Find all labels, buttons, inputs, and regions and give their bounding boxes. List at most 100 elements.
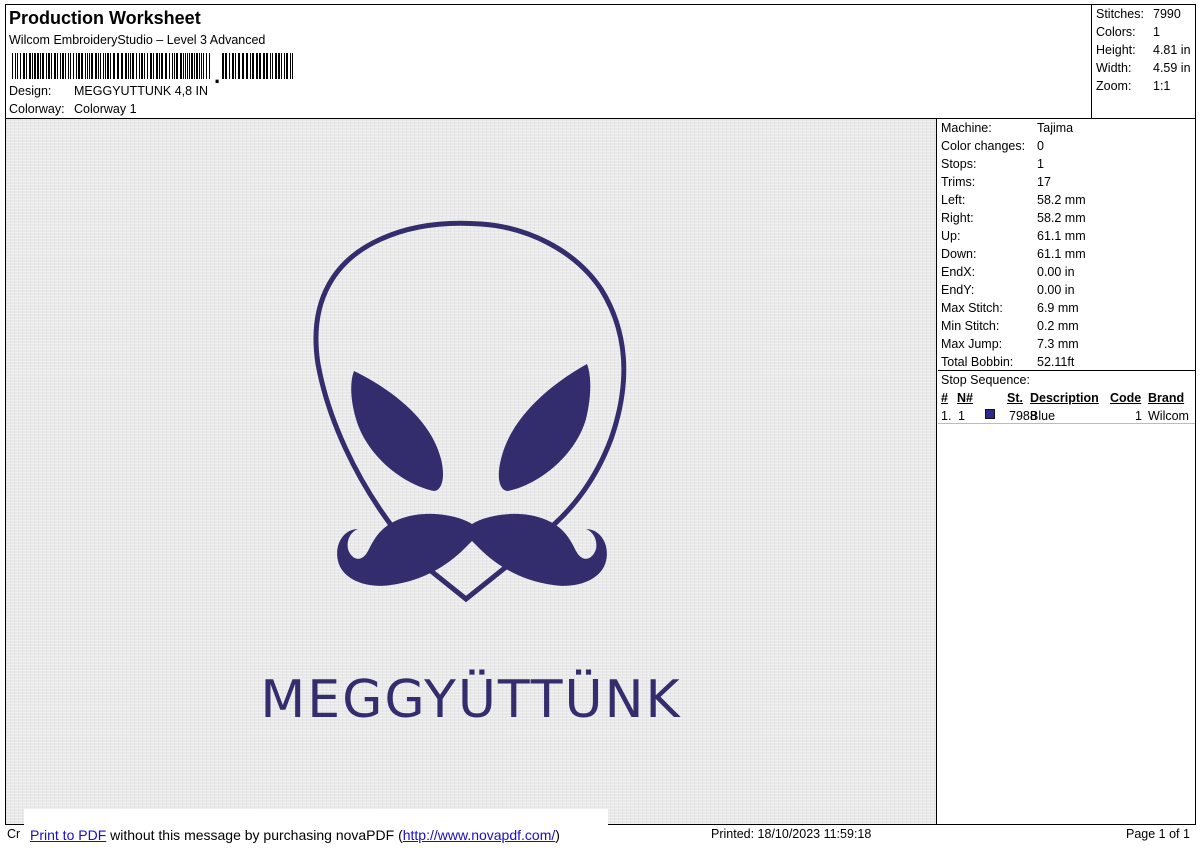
barcode-bar	[42, 53, 44, 79]
barcode-bar	[281, 53, 282, 79]
barcode-bar	[161, 53, 163, 79]
barcode-bar	[183, 53, 184, 79]
barcode-bar	[103, 53, 104, 79]
barcode-bar	[246, 53, 248, 79]
stop-cell-needle: 1	[958, 409, 965, 423]
barcode-bar	[117, 53, 119, 79]
colorway-label: Colorway:	[9, 102, 65, 116]
stop-header-st: St.	[1007, 391, 1023, 405]
barcode-bar	[95, 53, 97, 79]
barcode-bar	[130, 53, 131, 79]
barcode-bar	[159, 53, 160, 79]
barcode-bar	[105, 53, 106, 79]
barcode-bar	[250, 53, 251, 79]
colorway-value: Colorway 1	[74, 102, 137, 116]
property-label: Right:	[941, 211, 974, 225]
barcode-bar	[91, 53, 93, 79]
property-value: Tajima	[1037, 121, 1074, 135]
barcode-bar	[113, 53, 115, 79]
barcode-bar	[180, 53, 182, 79]
print-to-pdf-link[interactable]: Print to PDF	[30, 827, 106, 843]
property-value: 0.2 mm	[1037, 319, 1079, 333]
barcode-bar	[76, 53, 77, 79]
worksheet-header: Production Worksheet Wilcom EmbroiderySt…	[5, 4, 1196, 119]
barcode-bar	[144, 53, 145, 79]
barcode-bar	[147, 53, 148, 79]
barcode-bar	[29, 53, 31, 79]
barcode-bar	[107, 53, 109, 79]
barcode-bar	[153, 53, 154, 79]
barcode-bar	[73, 53, 74, 79]
novapdf-url-link[interactable]: http://www.novapdf.com/	[403, 827, 556, 843]
barcode-bar	[203, 53, 204, 79]
barcode-bar	[286, 53, 288, 79]
divider	[938, 423, 1195, 424]
property-value: 0.00 in	[1037, 283, 1075, 297]
barcode-bar	[256, 53, 258, 79]
design-preview: MEGGYÜTTÜNK	[6, 119, 937, 824]
embroidery-design: MEGGYÜTTÜNK	[260, 220, 680, 730]
barcode-bar	[65, 53, 66, 79]
barcode-bar	[229, 53, 230, 79]
barcode-bar	[169, 53, 170, 79]
barcode-bar	[62, 53, 64, 79]
property-value: 7.3 mm	[1037, 337, 1079, 351]
mustache	[337, 513, 607, 586]
barcode-bar	[252, 53, 254, 79]
worksheet-page: Production Worksheet Wilcom EmbroiderySt…	[0, 0, 1200, 848]
property-label: Machine:	[941, 121, 992, 135]
barcode-bar	[174, 53, 175, 79]
property-value: 17	[1037, 175, 1051, 189]
page-title: Production Worksheet	[9, 8, 201, 28]
barcode-bar	[125, 53, 127, 79]
stop-cell-num: 1.	[941, 409, 952, 423]
page-number: Page 1 of 1	[1126, 827, 1190, 841]
barcode-bar	[172, 53, 173, 79]
software-name: Wilcom EmbroideryStudio – Level 3 Advanc…	[9, 33, 266, 47]
stop-header-code: Code	[1110, 391, 1142, 405]
property-value: 58.2 mm	[1037, 211, 1086, 225]
barcode-bar	[26, 53, 27, 79]
property-value: 61.1 mm	[1037, 247, 1086, 261]
barcode-bar	[266, 53, 268, 79]
barcode-bar	[87, 53, 88, 79]
barcode-bar	[34, 53, 36, 79]
barcode-bar	[290, 53, 291, 79]
barcode-bar	[199, 53, 200, 79]
barcode-bar	[292, 53, 293, 79]
barcode-bar	[201, 53, 202, 79]
barcode-bar	[185, 53, 186, 79]
property-value: 0.00 in	[1037, 265, 1075, 279]
barcode-bar	[165, 53, 167, 79]
stop-header-brand: Brand	[1148, 391, 1185, 405]
barcode-bar	[259, 53, 261, 79]
barcode-bar	[156, 53, 158, 79]
barcode-bar	[263, 53, 265, 79]
barcode-bar	[225, 53, 227, 79]
property-label: Up:	[941, 229, 961, 243]
barcode-bar	[57, 53, 58, 79]
design-value: MEGGYUTTUNK 4,8 IN	[74, 84, 209, 98]
novapdf-message: Print to PDF without this message by pur…	[30, 827, 560, 843]
stop-header-description: Description	[1030, 391, 1099, 405]
barcode-bar	[222, 53, 224, 79]
stop-cell-description: Blue	[1030, 409, 1056, 423]
barcode-bar	[139, 53, 140, 79]
barcode-bar	[132, 53, 134, 79]
barcode-bar	[150, 53, 152, 79]
property-label: EndX:	[941, 265, 976, 279]
barcode-bar	[141, 53, 143, 79]
barcode-bar	[89, 53, 90, 79]
property-value: 6.9 mm	[1037, 301, 1079, 315]
barcode-bar	[136, 53, 137, 79]
barcode-bar	[209, 53, 210, 79]
property-label: EndY:	[941, 283, 975, 297]
property-label: Max Jump:	[941, 337, 1003, 351]
barcode-bar	[68, 53, 69, 79]
property-value: 61.1 mm	[1037, 229, 1086, 243]
barcode-bar	[23, 53, 25, 79]
property-value: 0	[1037, 139, 1044, 153]
barcode-bar	[187, 53, 188, 79]
footer-fragment: Cr	[7, 827, 21, 841]
barcode-bar	[20, 53, 21, 79]
